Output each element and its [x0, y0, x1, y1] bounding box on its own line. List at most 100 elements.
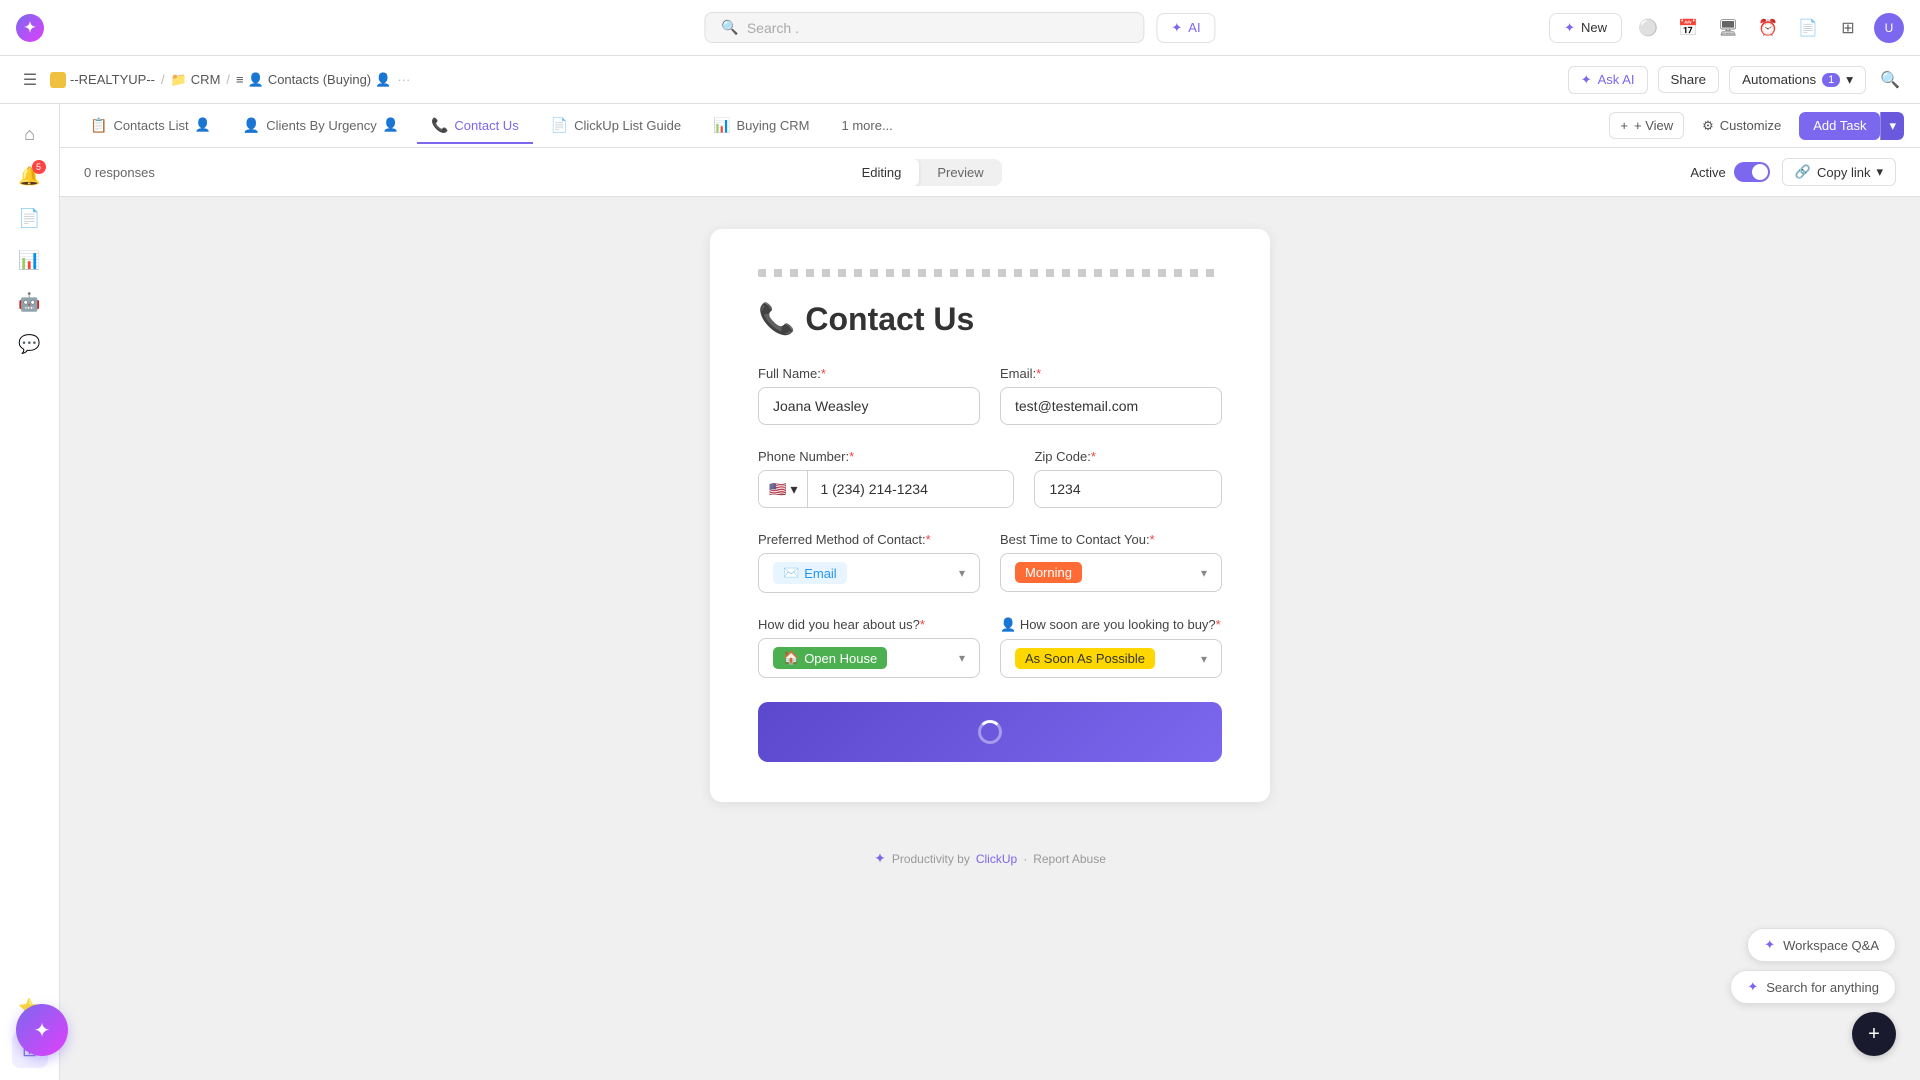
contact-method-dropdown[interactable]: ✉️ Email ▾	[758, 553, 980, 593]
tab-contact-us[interactable]: 📞 Contact Us	[417, 109, 533, 144]
tab-person-icon: 👤	[195, 117, 211, 133]
footer-separator: ·	[1023, 852, 1027, 866]
best-time-dropdown[interactable]: Morning ▾	[1000, 553, 1222, 592]
add-task-chevron[interactable]: ▾	[1880, 112, 1904, 140]
hear-about-field: How did you hear about us?* 🏠 Open House…	[758, 617, 980, 678]
screen-icon[interactable]: 🖥	[1714, 14, 1742, 42]
qa-star-icon: ✦	[1764, 937, 1775, 953]
copy-link-button[interactable]: 🔗 Copy link ▾	[1782, 158, 1896, 186]
breadcrumb: ☰ --REALTYUP-- / 📁 CRM / ≡ 👤 Contacts (B…	[16, 66, 410, 94]
breadcrumb-list[interactable]: ≡ 👤 Contacts (Buying) 👤	[236, 72, 391, 88]
best-time-field: Best Time to Contact You:* Morning ▾	[1000, 532, 1222, 593]
link-icon: 🔗	[1795, 164, 1811, 180]
breadcrumb-workspace[interactable]: --REALTYUP--	[50, 72, 155, 88]
editing-toggle-button[interactable]: Editing	[844, 159, 920, 186]
topbar-right: ✦ New ⚪ 📅 🖥 ⏰ 📄 ⊞ U	[1549, 13, 1904, 43]
grid-icon[interactable]: ⊞	[1834, 14, 1862, 42]
fab-button[interactable]: ✦	[16, 1004, 68, 1056]
avatar[interactable]: U	[1874, 13, 1904, 43]
plus-icon: +	[1868, 1023, 1880, 1046]
buy-soon-label: 👤 How soon are you looking to buy?*	[1000, 617, 1222, 633]
tab-contact-us-label: Contact Us	[454, 118, 518, 133]
notifications-icon[interactable]: ⚪	[1634, 14, 1662, 42]
ai-button[interactable]: ✦ AI	[1156, 13, 1215, 43]
hear-about-chevron-icon: ▾	[959, 651, 965, 665]
chevron-down-icon: ▾	[1846, 72, 1853, 88]
search-breadcrumb-icon[interactable]: 🔍	[1876, 66, 1904, 94]
toggle-knob	[1752, 164, 1768, 180]
email-input[interactable]	[1000, 387, 1222, 425]
share-button[interactable]: Share	[1658, 66, 1720, 93]
ask-ai-button[interactable]: ✦ Ask AI	[1568, 66, 1648, 94]
full-name-label: Full Name:*	[758, 366, 980, 381]
plus-action-button[interactable]: +	[1852, 1012, 1896, 1056]
form-title-text: Contact Us	[805, 301, 974, 338]
tab-contacts-list-label: Contacts List	[113, 118, 188, 133]
zip-input[interactable]	[1034, 470, 1222, 508]
form-header-decoration	[758, 269, 1222, 277]
hear-about-dropdown[interactable]: 🏠 Open House ▾	[758, 638, 980, 678]
search-star-icon: ✦	[1747, 979, 1758, 995]
logo-icon[interactable]: ✦	[16, 14, 44, 42]
buy-soon-dropdown[interactable]: As Soon As Possible ▾	[1000, 639, 1222, 678]
sidebar-item-chat[interactable]: 💬	[12, 326, 48, 362]
sidebar-item-inbox[interactable]: 🔔 5	[12, 158, 48, 194]
tab-clients-icon: 👤	[243, 117, 260, 134]
clock-icon[interactable]: ⏰	[1754, 14, 1782, 42]
form-row-2: Phone Number:* 🇺🇸 ▾ Zip Code:*	[758, 449, 1222, 508]
submit-button[interactable]	[758, 702, 1222, 762]
topbar-left: ✦	[16, 14, 44, 42]
sidebar-item-ai[interactable]: 🤖	[12, 284, 48, 320]
folder-icon: 📁	[171, 72, 187, 88]
automations-badge: 1	[1822, 73, 1840, 87]
sidebar-item-home[interactable]: ⌂	[12, 116, 48, 152]
tab-contacts-list[interactable]: 📋 Contacts List 👤	[76, 109, 225, 144]
tab-more[interactable]: 1 more...	[827, 110, 906, 143]
customize-button[interactable]: ⚙ Customize	[1692, 113, 1791, 139]
preview-toggle-button[interactable]: Preview	[919, 159, 1001, 186]
buy-soon-field: 👤 How soon are you looking to buy?* As S…	[1000, 617, 1222, 678]
add-task-button[interactable]: Add Task	[1799, 112, 1880, 140]
tab-clients-by-urgency[interactable]: 👤 Clients By Urgency 👤	[229, 109, 413, 144]
add-view-button[interactable]: + + View	[1609, 112, 1684, 139]
tab-clickup-guide[interactable]: 📄 ClickUp List Guide	[537, 109, 695, 144]
tab-person2-icon: 👤	[383, 117, 399, 133]
full-name-input[interactable]	[758, 387, 980, 425]
active-toggle: Active	[1690, 162, 1769, 182]
search-icon: 🔍	[721, 19, 738, 36]
form-phone-icon: 📞	[758, 302, 795, 337]
file-icon[interactable]: 📄	[1794, 14, 1822, 42]
sidebar-toggle-icon[interactable]: ☰	[16, 66, 44, 94]
search-anything-button[interactable]: ✦ Search for anything	[1730, 970, 1896, 1004]
phone-chevron: ▾	[790, 481, 797, 498]
person-field-icon: 👤	[1000, 617, 1016, 632]
report-abuse-link[interactable]: Report Abuse	[1033, 852, 1106, 866]
tab-clients-label: Clients By Urgency	[266, 118, 377, 133]
tab-buying-crm[interactable]: 📊 Buying CRM	[699, 109, 823, 144]
list-icon: ≡	[236, 72, 244, 87]
workspace-qa-button[interactable]: ✦ Workspace Q&A	[1747, 928, 1896, 962]
active-switch[interactable]	[1734, 162, 1770, 182]
zip-label: Zip Code:*	[1034, 449, 1222, 464]
main-layout: ⌂ 🔔 5 📄 📊 🤖 💬 ⭐ ⊞ 📋 Contacts List 👤 👤 Cl…	[0, 104, 1920, 1080]
contact-form: 📞 Contact Us Full Name:* Email:*	[710, 229, 1270, 802]
sidebar-item-docs[interactable]: 📄	[12, 200, 48, 236]
clickup-link[interactable]: ClickUp	[976, 852, 1017, 866]
automations-button[interactable]: Automations 1 ▾	[1729, 66, 1866, 94]
calendar-icon[interactable]: 📅	[1674, 14, 1702, 42]
topbar-center: 🔍 Search . ✦ AI	[704, 12, 1215, 43]
breadcrumb-crm[interactable]: 📁 CRM	[171, 72, 221, 88]
tab-contacts-list-icon: 📋	[90, 117, 107, 134]
new-button[interactable]: ✦ New	[1549, 13, 1622, 43]
phone-input[interactable]	[808, 471, 1013, 507]
editing-preview-toggle: Editing Preview	[844, 159, 1002, 186]
form-title: 📞 Contact Us	[758, 301, 1222, 338]
form-toolbar: 0 responses Editing Preview Active 🔗 Cop…	[60, 148, 1920, 197]
sidebar-item-dashboard[interactable]: 📊	[12, 242, 48, 278]
tab-buying-crm-label: Buying CRM	[737, 118, 810, 133]
breadcrumb-sep-1: /	[161, 72, 165, 87]
tabs-bar: 📋 Contacts List 👤 👤 Clients By Urgency 👤…	[60, 104, 1920, 148]
search-bar[interactable]: 🔍 Search .	[704, 12, 1144, 43]
ai-star-icon: ✦	[1171, 20, 1182, 36]
phone-country-selector[interactable]: 🇺🇸 ▾	[759, 471, 808, 507]
